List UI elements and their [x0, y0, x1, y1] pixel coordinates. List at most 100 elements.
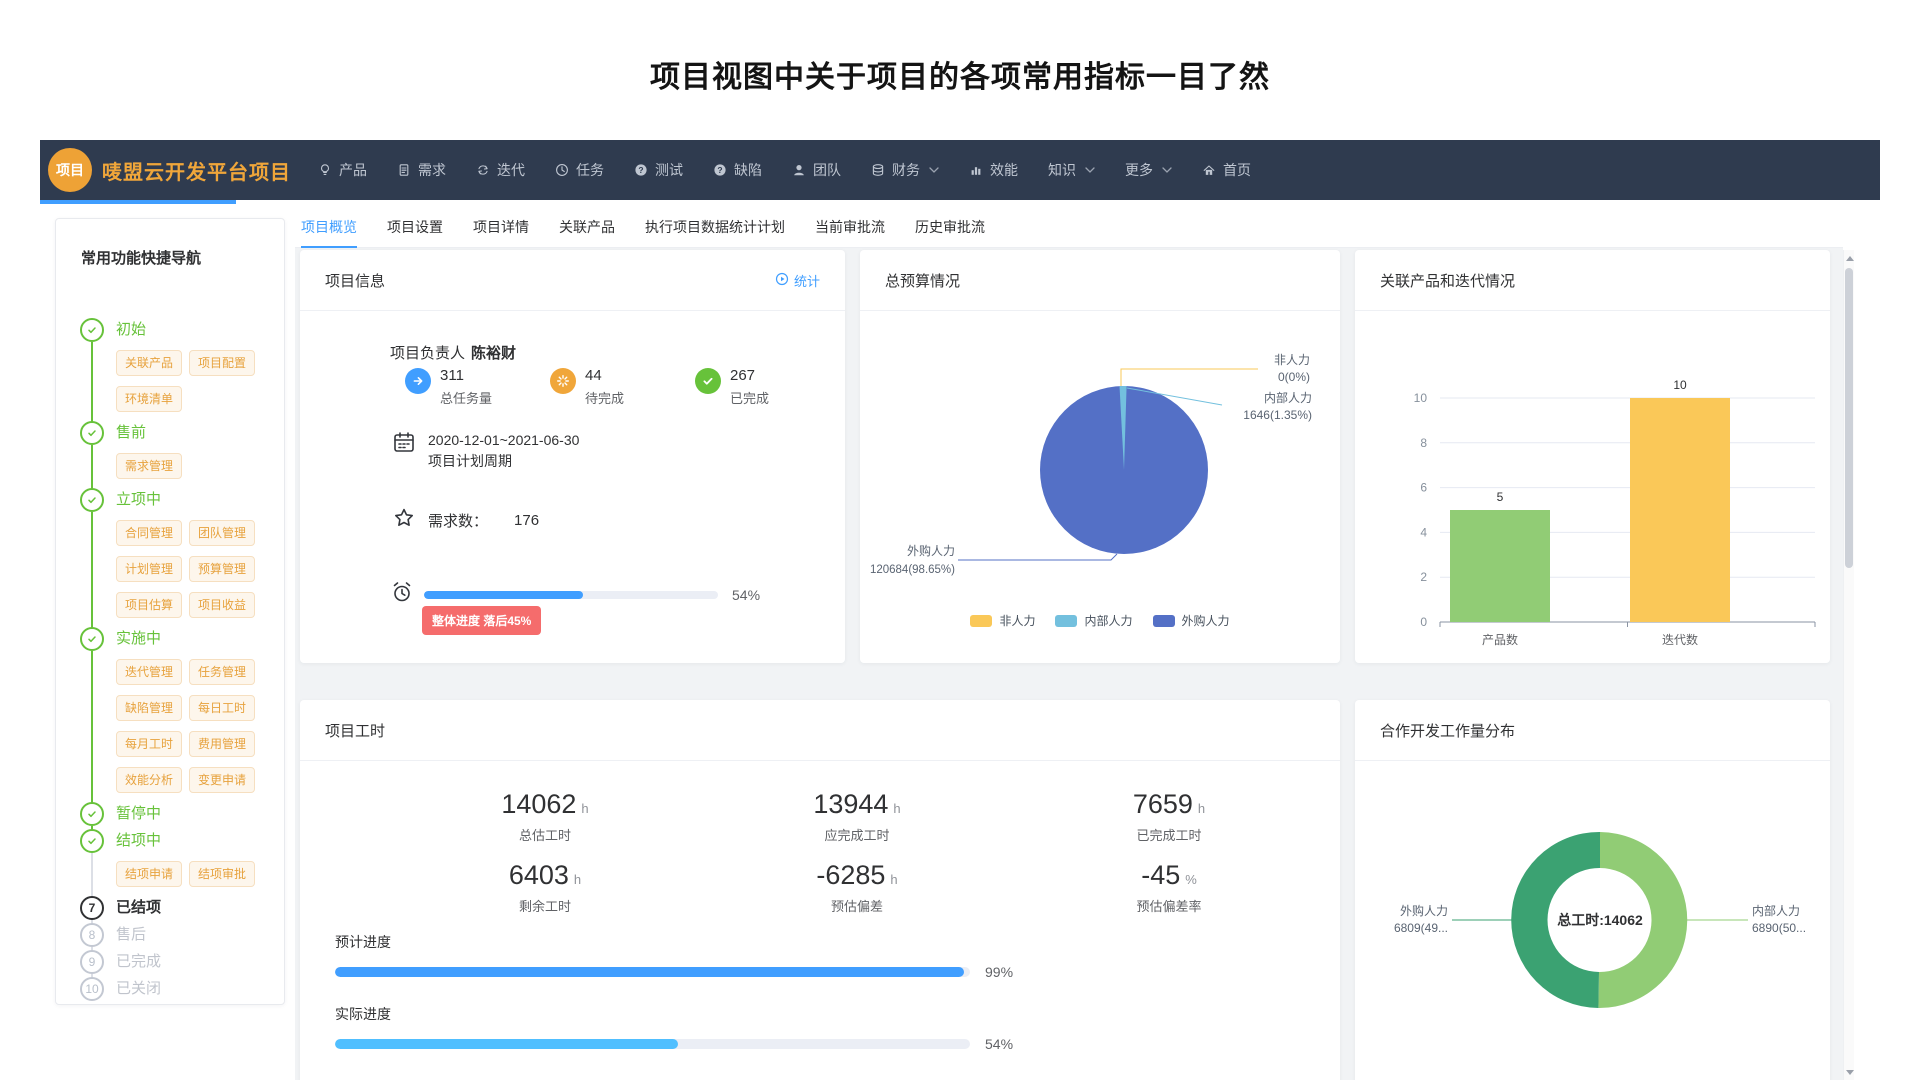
stage-售前: 售前需求管理 — [56, 421, 284, 485]
iteration-icon — [476, 163, 490, 177]
quick-button-项目配置[interactable]: 项目配置 — [189, 350, 255, 376]
nav-item-label: 产品 — [339, 160, 367, 180]
svg-text:内部人力: 内部人力 — [1752, 903, 1800, 918]
quick-button-任务管理[interactable]: 任务管理 — [189, 659, 255, 685]
nav-item-9[interactable]: 知识 — [1033, 140, 1110, 200]
nav-item-label: 财务 — [892, 160, 920, 180]
quick-button-项目收益[interactable]: 项目收益 — [189, 592, 255, 618]
quick-button-变更申请[interactable]: 变更申请 — [189, 767, 255, 793]
check-circle-icon — [80, 802, 104, 826]
check-circle-icon — [695, 368, 721, 394]
stage-结项中: 结项中结项申请结项审批 — [56, 829, 284, 893]
tab-6[interactable]: 历史审批流 — [915, 210, 985, 247]
legend-item-外购人力[interactable]: 外购人力 — [1153, 612, 1230, 629]
requirement-value: 176 — [514, 512, 539, 529]
tab-3[interactable]: 关联产品 — [559, 210, 615, 247]
quick-button-迭代管理[interactable]: 迭代管理 — [116, 659, 182, 685]
metric-unit: h — [1198, 801, 1205, 816]
vertical-scrollbar — [1843, 250, 1854, 1080]
metric-label: 应完成工时 — [701, 825, 1013, 844]
requirement-icon — [397, 163, 411, 177]
scroll-up-button[interactable] — [1844, 252, 1855, 264]
task-stat-text: 311总任务量 — [440, 368, 492, 407]
quick-button-项目估算[interactable]: 项目估算 — [116, 592, 182, 618]
quick-button-计划管理[interactable]: 计划管理 — [116, 556, 182, 582]
stage-buttons: 关联产品项目配置环境清单 — [116, 342, 262, 418]
nav-item-task[interactable]: 任务 — [540, 140, 619, 200]
page-title: 项目视图中关于项目的各项常用指标一目了然 — [0, 52, 1920, 96]
quick-button-需求管理[interactable]: 需求管理 — [116, 453, 182, 479]
stage-label: 实施中 — [116, 630, 161, 647]
top-navbar: 项目 唛盟云开发平台项目 产品需求迭代任务?测试?缺陷团队财务效能知识更多首页 — [40, 140, 1880, 200]
progress-row-预计进度: 预计进度99% — [335, 932, 1013, 980]
progress-percent: 54% — [985, 1036, 1013, 1052]
legend-label: 内部人力 — [1084, 612, 1132, 629]
svg-text:非人力: 非人力 — [1274, 353, 1310, 367]
scrollbar-thumb[interactable] — [1845, 268, 1853, 568]
stage-buttons: 需求管理 — [116, 445, 262, 485]
legend-item-内部人力[interactable]: 内部人力 — [1055, 612, 1132, 629]
budget-pie-chart: 非人力0(0%)内部人力1646(1.35%)外购人力120684(98.65%… — [860, 312, 1340, 612]
stage-label: 已关闭 — [116, 980, 161, 997]
check-circle-icon — [80, 627, 104, 651]
quick-button-环境清单[interactable]: 环境清单 — [116, 386, 182, 412]
play-circle-icon — [775, 272, 789, 289]
quick-button-关联产品[interactable]: 关联产品 — [116, 350, 182, 376]
quick-button-效能分析[interactable]: 效能分析 — [116, 767, 182, 793]
app-logo: 项目 — [48, 148, 92, 192]
test-icon: ? — [634, 163, 648, 177]
tab-5[interactable]: 当前审批流 — [815, 210, 885, 247]
check-circle-icon — [80, 488, 104, 512]
nav-item-test[interactable]: ?测试 — [619, 140, 698, 200]
chevron-down-icon — [1085, 167, 1095, 173]
quick-button-结项申请[interactable]: 结项申请 — [116, 861, 182, 887]
stage-label: 立项中 — [116, 491, 161, 508]
quick-button-合同管理[interactable]: 合同管理 — [116, 520, 182, 546]
check-circle-icon — [80, 318, 104, 342]
scroll-down-button[interactable] — [1844, 1066, 1855, 1078]
metric-unit: % — [1185, 872, 1197, 887]
nav-item-label: 任务 — [576, 160, 604, 180]
svg-text:外购人力: 外购人力 — [907, 543, 955, 558]
nav-item-product[interactable]: 产品 — [303, 140, 382, 200]
stage-初始: 初始关联产品项目配置环境清单 — [56, 318, 284, 418]
nav-item-efficiency[interactable]: 效能 — [954, 140, 1033, 200]
stage-实施中: 实施中迭代管理任务管理缺陷管理每日工时每月工时费用管理效能分析变更申请 — [56, 627, 284, 799]
progress-row-实际进度: 实际进度54% — [335, 1004, 1013, 1052]
nav-item-10[interactable]: 更多 — [1110, 140, 1187, 200]
stage-立项中: 立项中合同管理团队管理计划管理预算管理项目估算项目收益 — [56, 488, 284, 624]
quick-button-每日工时[interactable]: 每日工时 — [189, 695, 255, 721]
quick-button-费用管理[interactable]: 费用管理 — [189, 731, 255, 757]
stage-buttons: 合同管理团队管理计划管理预算管理项目估算项目收益 — [116, 512, 262, 624]
legend-label: 非人力 — [999, 612, 1035, 629]
quick-button-每月工时[interactable]: 每月工时 — [116, 731, 182, 757]
workload-card: 合作开发工作量分布 外购人力6809(49...内部人力6890(50...总工… — [1355, 700, 1830, 1080]
nav-item-team[interactable]: 团队 — [777, 140, 856, 200]
quick-button-缺陷管理[interactable]: 缺陷管理 — [116, 695, 182, 721]
nav-item-defect[interactable]: ?缺陷 — [698, 140, 777, 200]
tab-0[interactable]: 项目概览 — [301, 210, 357, 247]
quick-button-团队管理[interactable]: 团队管理 — [189, 520, 255, 546]
tab-1[interactable]: 项目设置 — [387, 210, 443, 247]
nav-item-iteration[interactable]: 迭代 — [461, 140, 540, 200]
nav-item-requirement[interactable]: 需求 — [382, 140, 461, 200]
stage-label: 售前 — [116, 424, 146, 441]
stage-label: 初始 — [116, 321, 146, 338]
project-info-title: 项目信息 — [325, 270, 385, 291]
quick-button-结项审批[interactable]: 结项审批 — [189, 861, 255, 887]
metric-number: 13944 — [813, 789, 888, 819]
sidebar-title: 常用功能快捷导航 — [81, 247, 284, 268]
legend-item-非人力[interactable]: 非人力 — [970, 612, 1035, 629]
stage-number-circle: 9 — [80, 950, 104, 974]
finance-icon — [871, 163, 885, 177]
nav-item-home[interactable]: 首页 — [1187, 140, 1266, 200]
svg-text:0(0%): 0(0%) — [1278, 370, 1310, 384]
stage-售后: 8售后 — [56, 923, 284, 947]
quick-button-预算管理[interactable]: 预算管理 — [189, 556, 255, 582]
stats-link[interactable]: 统计 — [775, 271, 820, 290]
stage-number-circle: 10 — [80, 977, 104, 1001]
tab-2[interactable]: 项目详情 — [473, 210, 529, 247]
nav-item-finance[interactable]: 财务 — [856, 140, 954, 200]
metric-label: 总估工时 — [389, 825, 701, 844]
tab-4[interactable]: 执行项目数据统计计划 — [645, 210, 785, 247]
